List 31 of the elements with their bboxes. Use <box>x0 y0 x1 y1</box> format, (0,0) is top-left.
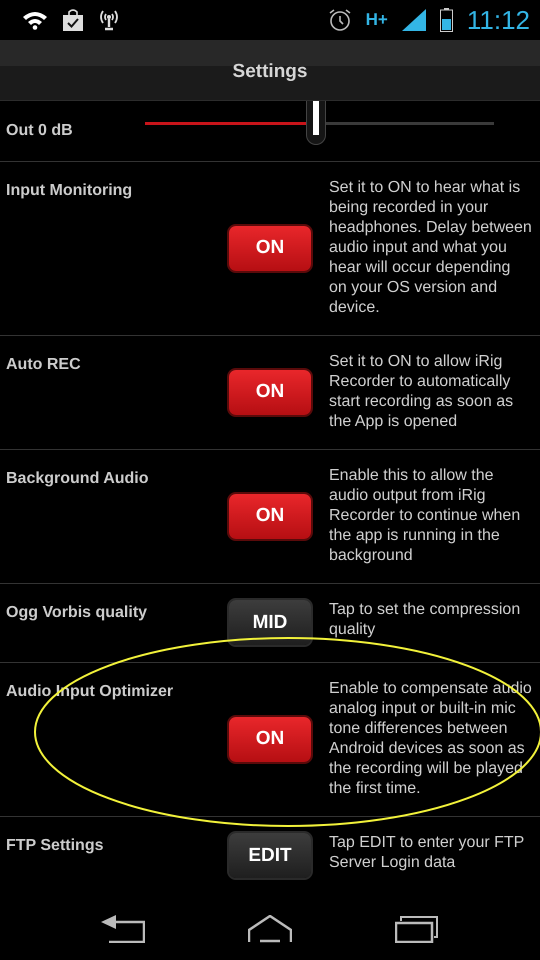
action-button[interactable]: EDIT <box>229 833 311 878</box>
setting-description: Set it to ON to hear what is being recorded in your headphones. Delay between audio input and what you hear will occur depending on your OS version and device. <box>329 178 532 318</box>
clock-time: 11:12 <box>466 4 530 36</box>
slider-label: Out 0 dB <box>5 122 74 140</box>
slider-thumb[interactable] <box>306 101 326 145</box>
setting-label: Ogg Vorbis quality <box>6 603 148 622</box>
signal-icon <box>402 9 426 31</box>
recent-apps-icon[interactable] <box>394 915 439 943</box>
toggle-button[interactable]: ON <box>229 494 311 538</box>
antenna-icon <box>98 9 120 31</box>
setting-label: Input Monitoring <box>6 181 134 200</box>
alarm-clock-icon <box>328 8 352 32</box>
toggle-button[interactable]: ON <box>229 370 311 414</box>
setting-label: Background Audio <box>6 469 150 488</box>
setting-label: FTP Settings <box>6 836 104 855</box>
action-button[interactable]: MID <box>229 600 311 645</box>
network-type: H+ <box>366 10 388 30</box>
setting-description: Tap to set the compression quality <box>329 600 522 640</box>
shopping-bag-icon <box>62 9 84 31</box>
back-icon[interactable] <box>101 915 146 943</box>
screen-title: Settings <box>232 61 308 83</box>
toggle-button[interactable]: ON <box>229 226 311 270</box>
battery-icon <box>440 8 453 32</box>
toggle-button[interactable]: ON <box>229 716 311 762</box>
setting-label: Auto REC <box>6 355 82 374</box>
setting-description: Set it to ON to allow iRig Recorder to automatically start recording as soon as the App is opened <box>329 352 514 432</box>
home-icon[interactable] <box>248 915 292 943</box>
wifi-icon <box>22 10 48 30</box>
setting-description: Tap EDIT to enter your FTP Server Login data <box>329 833 526 873</box>
setting-description: Enable this to allow the audio output from iRig Recorder to continue when the app is running in the background <box>329 466 522 566</box>
volume-slider[interactable] <box>145 101 494 147</box>
